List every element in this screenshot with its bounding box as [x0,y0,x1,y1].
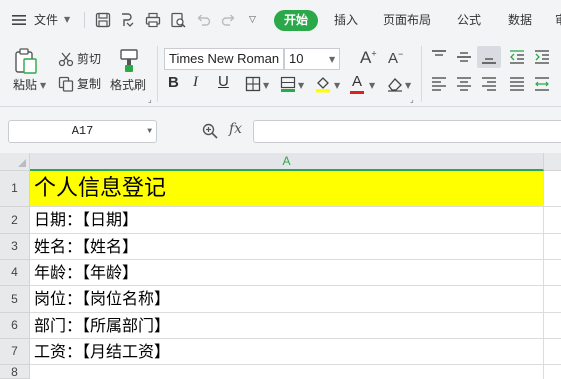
file-menu[interactable]: 文件 [34,10,58,30]
row-header[interactable]: 1 [0,171,30,207]
font-color-swatch [350,91,364,94]
data-cell[interactable]: 年龄：【年龄】 [30,260,544,286]
font-group-expand-icon[interactable]: ⌟ [410,95,414,105]
row-header[interactable]: 3 [0,234,30,260]
align-top-icon[interactable] [430,48,448,66]
undo-icon[interactable] [194,11,212,29]
format-painter-icon[interactable] [117,47,141,75]
increase-indent-icon[interactable] [533,48,551,66]
empty-cell[interactable] [544,234,561,260]
cell-style-dropdown-icon[interactable]: ▼ [298,81,304,91]
clear-format-dropdown-icon[interactable]: ▼ [405,81,411,91]
name-box[interactable]: A17 ▼ [8,120,157,143]
fx-insert-function-icon[interactable]: fx [229,121,242,137]
paste-button[interactable]: 粘贴 [13,77,37,93]
formula-input[interactable] [253,120,561,143]
clipboard-group-expand-icon[interactable]: ⌟ [148,95,152,105]
spreadsheet-grid[interactable]: A 1 个人信息登记 2 日期：【日期】 3 姓名：【姓名】 4 年龄：【年龄】… [0,153,561,379]
font-color-icon[interactable]: A [352,73,362,90]
copy-button[interactable]: 复制 [77,76,101,92]
cut-button[interactable]: 剪切 [77,51,101,67]
empty-cell[interactable] [544,286,561,313]
print-icon[interactable] [144,11,162,29]
align-bottom-icon[interactable] [480,48,498,66]
row-header[interactable]: 6 [0,313,30,339]
copy-icon[interactable] [57,75,75,93]
ribbon-separator [421,46,422,102]
tab-page-layout[interactable]: 页面布局 [383,10,431,30]
select-all-corner[interactable] [0,153,30,171]
row-header[interactable]: 5 [0,286,30,313]
decrease-indent-icon[interactable] [508,48,526,66]
hamburger-menu-icon[interactable] [10,11,28,29]
menu-separator [84,12,85,28]
font-name-select[interactable]: Times New Roman [164,48,284,70]
paste-dropdown-icon[interactable]: ▼ [40,81,46,91]
empty-cell[interactable] [544,313,561,339]
borders-icon[interactable] [244,75,262,93]
name-box-value: A17 [71,124,94,138]
align-center-icon[interactable] [455,75,473,93]
data-cell[interactable] [30,365,544,379]
distributed-align-icon[interactable] [533,75,551,93]
zoom-formula-icon[interactable] [201,122,219,140]
row-header[interactable]: 7 [0,339,30,365]
data-cell[interactable]: 工资：【月结工资】 [30,339,544,365]
formula-bar: A17 ▼ fx [0,107,561,153]
borders-dropdown-icon[interactable]: ▼ [263,81,269,91]
row-header[interactable]: 2 [0,207,30,234]
quick-access-more-icon[interactable]: ▽ [249,10,256,30]
row-header[interactable]: 4 [0,260,30,286]
italic-icon[interactable]: I [193,74,198,91]
font-size-dropdown-icon[interactable]: ▼ [329,55,335,65]
name-box-dropdown-icon[interactable]: ▼ [147,121,152,142]
save-icon[interactable] [94,11,112,29]
column-header-a[interactable]: A [30,153,544,171]
file-menu-chevron-icon[interactable]: ▼ [64,10,70,30]
tab-home[interactable]: 开始 [274,10,318,31]
export-pdf-icon[interactable] [118,11,136,29]
print-preview-icon[interactable] [169,11,187,29]
format-painter-button[interactable]: 格式刷 [110,77,146,93]
empty-cell[interactable] [544,207,561,234]
empty-cell[interactable] [544,171,561,207]
menu-bar: 文件 ▼ ▽ 开始 插入 页面布局 公式 数据 审 [0,0,561,40]
align-left-icon[interactable] [430,75,448,93]
tab-review[interactable]: 审 [555,10,561,30]
justify-icon[interactable] [508,75,526,93]
redo-icon[interactable] [220,11,238,29]
tab-insert[interactable]: 插入 [334,10,358,30]
tab-formulas[interactable]: 公式 [457,10,481,30]
column-header-next[interactable] [544,153,561,171]
data-cell[interactable]: 部门：【所属部门】 [30,313,544,339]
cell-style-icon[interactable] [279,75,297,93]
clear-format-icon[interactable] [386,75,404,93]
cut-icon[interactable] [57,50,75,68]
underline-icon[interactable]: U [218,73,229,90]
font-color-dropdown-icon[interactable]: ▼ [369,81,375,91]
tab-data[interactable]: 数据 [508,10,532,30]
data-cell[interactable]: 日期：【日期】 [30,207,544,234]
increase-font-size-icon[interactable]: A+ [360,48,377,68]
ribbon-separator [157,46,158,102]
align-middle-icon[interactable] [455,48,473,66]
decrease-font-size-icon[interactable]: A− [388,49,403,67]
title-cell[interactable]: 个人信息登记 [30,171,544,207]
data-cell[interactable]: 姓名：【姓名】 [30,234,544,260]
align-right-icon[interactable] [480,75,498,93]
bold-icon[interactable]: B [168,74,179,91]
ribbon-home: 粘贴 ▼ 剪切 复制 格式刷 ⌟ Times New Roman 10 ▼ A+… [0,40,561,107]
paste-icon[interactable] [13,47,39,75]
row-header[interactable]: 8 [0,365,30,379]
data-cell[interactable]: 岗位：【岗位名称】 [30,286,544,313]
fill-color-dropdown-icon[interactable]: ▼ [334,81,340,91]
empty-cell[interactable] [544,260,561,286]
select-all-triangle-icon [18,159,26,167]
fill-color-icon[interactable] [314,75,332,93]
empty-cell[interactable] [544,339,561,365]
